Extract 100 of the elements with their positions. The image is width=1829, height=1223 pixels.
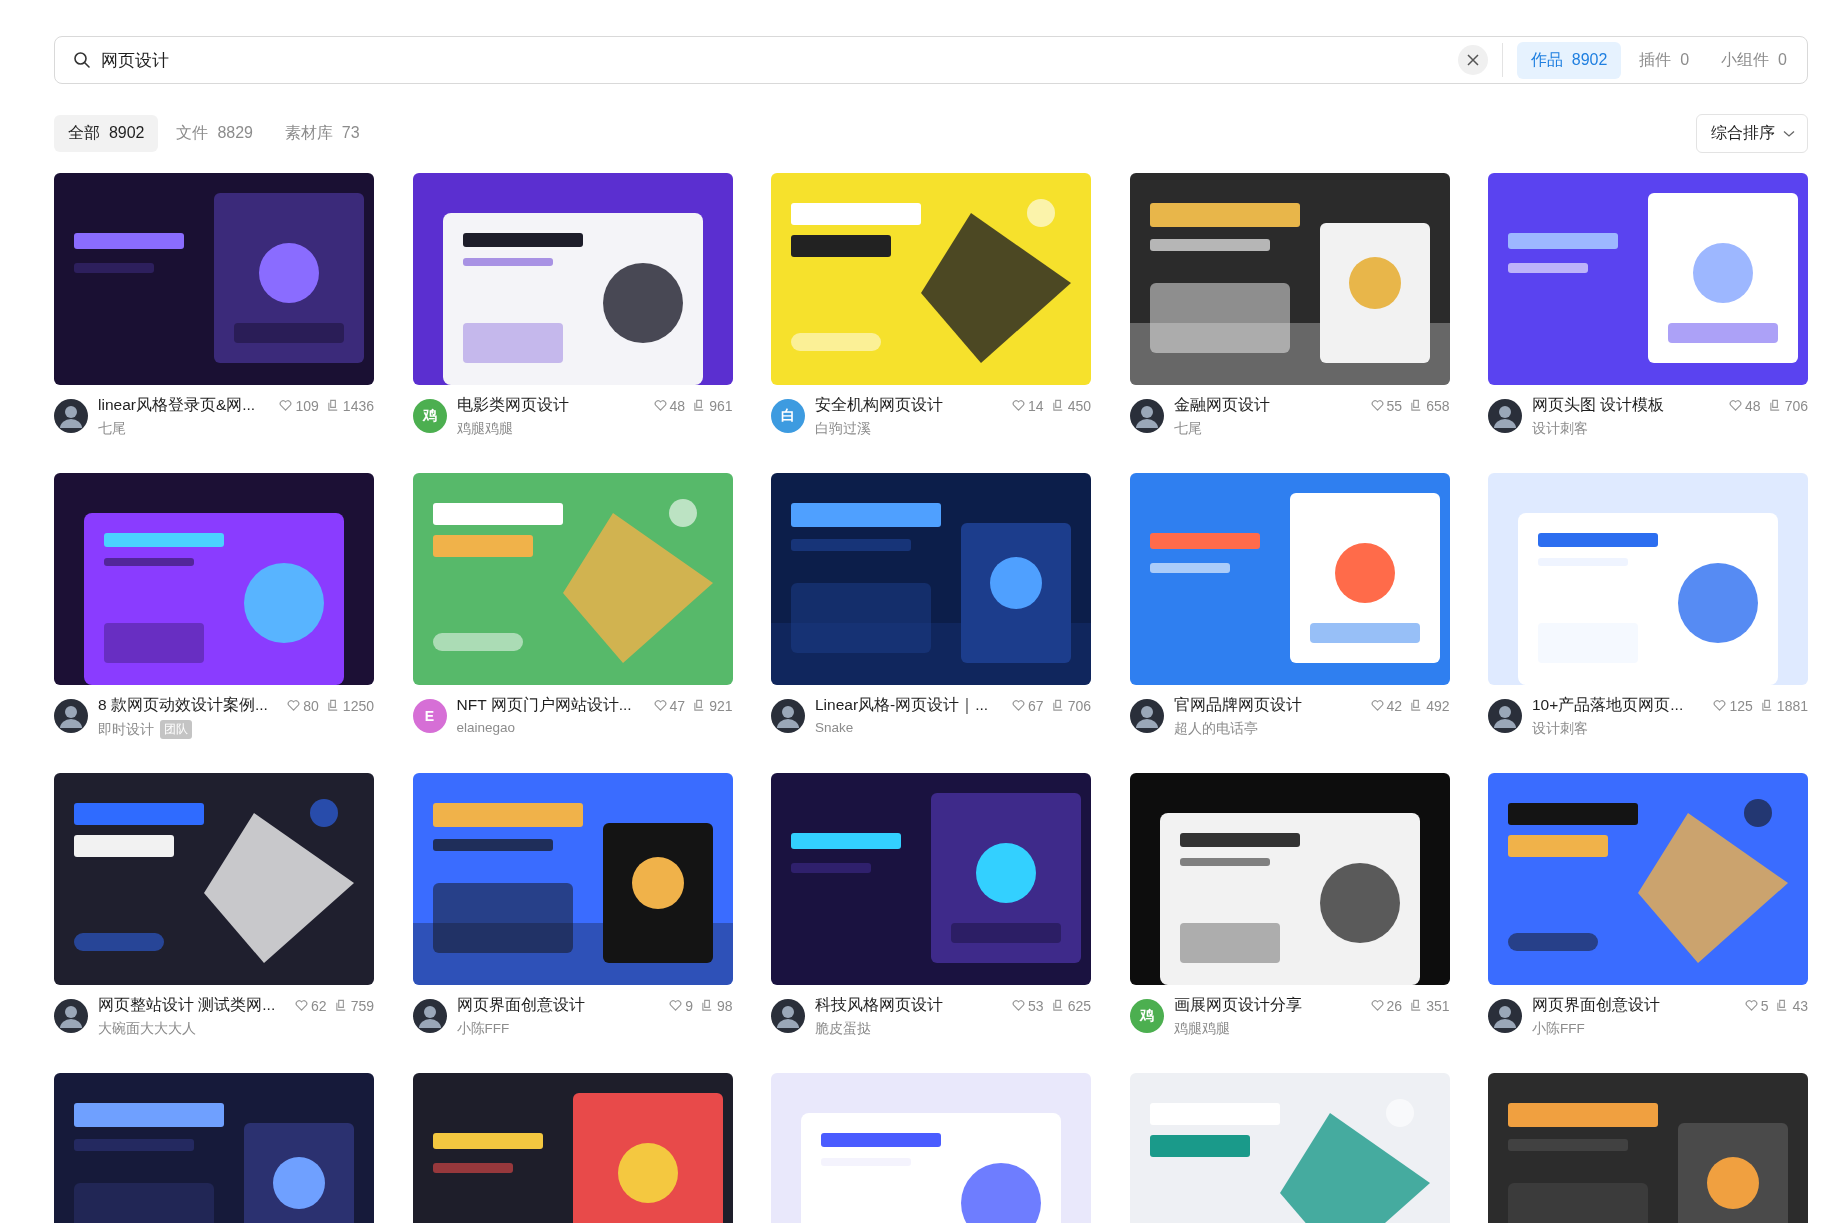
work-title[interactable]: 网页界面创意设计	[456, 995, 662, 1016]
filter-tab[interactable]: 文件 8829	[162, 115, 267, 152]
author-name[interactable]: 七尾	[98, 420, 126, 438]
like-count: 48	[669, 397, 686, 414]
copy-count: 961	[709, 397, 733, 414]
like-count: 109	[295, 397, 319, 414]
like-count: 9	[685, 997, 693, 1014]
close-icon	[1466, 54, 1479, 66]
like-count: 48	[1745, 397, 1761, 414]
team-badge: 团队	[160, 720, 192, 739]
avatar[interactable]	[1488, 699, 1522, 733]
like-count: 5	[1760, 997, 1769, 1014]
author-name[interactable]: 即时设计	[98, 720, 154, 739]
author-name[interactable]: 鸡腿鸡腿	[456, 420, 513, 438]
avatar[interactable]: 白	[771, 399, 805, 433]
copy-count: 43	[1792, 997, 1808, 1014]
like-count: 125	[1729, 697, 1753, 714]
copy-count: 98	[716, 997, 733, 1014]
search-field[interactable]: 网页设计	[99, 49, 1458, 71]
search-bar[interactable]: 网页设计 作品 8902 插件 0 小组件 0	[54, 36, 1808, 84]
work-title[interactable]: NFT 网页门户网站设计...	[456, 695, 646, 716]
work-title[interactable]: 网页头图 设计模板	[1532, 395, 1722, 416]
author-name[interactable]: 白驹过溪	[815, 420, 871, 438]
avatar[interactable]: E	[412, 699, 447, 733]
copy-count: 450	[1067, 397, 1091, 414]
avatar[interactable]	[54, 699, 88, 733]
author-name[interactable]: 鸡腿鸡腿	[1173, 1020, 1230, 1038]
clear-button[interactable]	[1457, 45, 1488, 75]
filter-tab[interactable]: 素材库 73	[270, 115, 374, 152]
heart-icon	[1370, 699, 1384, 712]
scope-tab[interactable]: 小组件 0	[1707, 41, 1801, 79]
heart-icon	[279, 399, 293, 412]
like-count: 42	[1386, 697, 1403, 714]
filter-tab[interactable]: 全部 8902	[54, 115, 159, 152]
work-title[interactable]: 电影类网页设计	[456, 395, 646, 416]
author-name[interactable]: 小陈FFF	[456, 1020, 510, 1038]
copy-icon	[1760, 699, 1774, 712]
author-name[interactable]: 小陈FFF	[1532, 1020, 1585, 1038]
copy-icon	[1768, 399, 1782, 412]
copy-icon	[326, 699, 340, 712]
work-title[interactable]: 科技风格网页设计	[815, 995, 1005, 1016]
copy-count: 625	[1067, 997, 1091, 1014]
sort-dropdown[interactable]: 综合排序	[1696, 114, 1808, 153]
avatar[interactable]	[54, 999, 88, 1033]
work-title[interactable]: 网页界面创意设计	[1532, 995, 1737, 1016]
copy-count: 706	[1067, 697, 1091, 714]
like-count: 47	[669, 697, 686, 714]
author-name[interactable]: 超人的电话亭	[1173, 720, 1258, 738]
author-name[interactable]: 设计刺客	[1532, 720, 1588, 738]
avatar[interactable]: 鸡	[1129, 999, 1164, 1033]
avatar[interactable]	[1129, 699, 1164, 733]
work-title[interactable]: 10+产品落地页网页...	[1532, 695, 1706, 716]
avatar[interactable]	[771, 699, 805, 733]
heart-icon	[1012, 999, 1026, 1012]
copy-count: 759	[350, 997, 374, 1014]
work-title[interactable]: 金融网页设计	[1173, 395, 1363, 416]
like-count: 53	[1028, 997, 1044, 1014]
copy-count: 1250	[342, 697, 374, 714]
copy-count: 706	[1784, 397, 1808, 414]
copy-icon	[1051, 399, 1065, 412]
work-title[interactable]: 画展网页设计分享	[1173, 995, 1363, 1016]
like-count: 67	[1028, 697, 1044, 714]
avatar[interactable]	[1488, 999, 1522, 1033]
avatar[interactable]	[412, 999, 447, 1033]
work-title[interactable]: 官网品牌网页设计	[1173, 695, 1363, 716]
work-title[interactable]: 8 款网页动效设计案例...	[98, 695, 280, 716]
avatar[interactable]	[1488, 399, 1522, 433]
like-count: 80	[303, 697, 319, 714]
avatar[interactable]	[1129, 399, 1164, 433]
scope-tab[interactable]: 插件 0	[1625, 41, 1704, 79]
copy-count: 658	[1426, 397, 1450, 414]
work-title[interactable]: linear风格登录页&网...	[98, 395, 272, 416]
like-count: 62	[311, 997, 327, 1014]
work-title[interactable]: 安全机构网页设计	[815, 395, 1005, 416]
heart-icon	[1370, 999, 1384, 1012]
author-name[interactable]: 七尾	[1173, 420, 1202, 438]
author-name[interactable]: 大碗面大大大人	[98, 1020, 196, 1038]
search-icon	[73, 51, 91, 69]
copy-icon	[326, 399, 340, 412]
heart-icon	[653, 699, 667, 712]
avatar[interactable]	[54, 399, 88, 433]
heart-icon	[1012, 699, 1026, 712]
author-name[interactable]: Snake	[815, 720, 854, 735]
copy-count: 351	[1426, 997, 1450, 1014]
avatar[interactable]	[771, 999, 805, 1033]
heart-icon	[1012, 399, 1026, 412]
copy-count: 921	[709, 697, 733, 714]
author-name[interactable]: 设计刺客	[1532, 420, 1588, 438]
copy-count: 492	[1426, 697, 1450, 714]
work-title[interactable]: Linear风格-网页设计｜...	[815, 695, 1005, 716]
author-name[interactable]: 脆皮蛋挞	[815, 1020, 871, 1038]
heart-icon	[669, 999, 683, 1012]
heart-icon	[287, 699, 301, 712]
like-count: 26	[1386, 997, 1403, 1014]
avatar[interactable]: 鸡	[412, 399, 447, 433]
author-name[interactable]: elainegao	[456, 720, 516, 735]
work-title[interactable]: 网页整站设计 测试类网...	[98, 995, 288, 1016]
scope-tab[interactable]: 作品 8902	[1516, 41, 1622, 79]
caret-icon	[1783, 129, 1795, 138]
heart-icon	[1729, 399, 1743, 412]
